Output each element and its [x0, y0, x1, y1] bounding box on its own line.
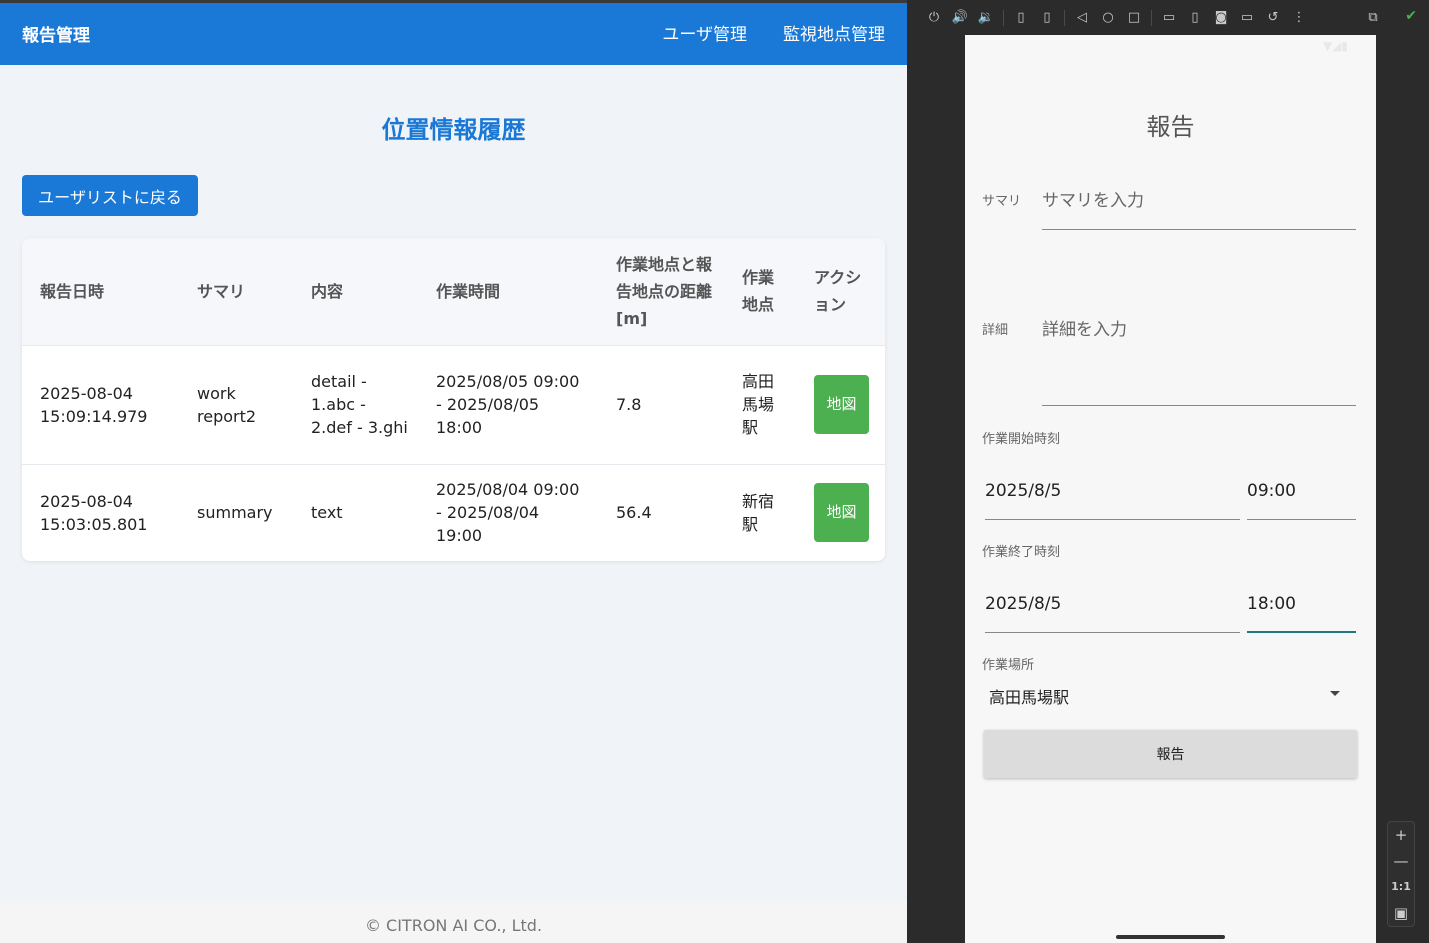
- cell-location: 新宿駅: [724, 463, 796, 561]
- status-bar: ▼◢▮: [965, 35, 1376, 57]
- table-header-row: 報告日時 サマリ 内容 作業時間 作業地点と報告地点の距離[m] 作業地点 アク…: [22, 238, 885, 345]
- history-table: 報告日時 サマリ 内容 作業時間 作業地点と報告地点の距離[m] 作業地点 アク…: [22, 238, 885, 561]
- start-time-label: 作業開始時刻: [982, 432, 1061, 447]
- cell-action: 地図: [796, 463, 885, 561]
- camera-icon[interactable]: ◙: [1208, 10, 1234, 25]
- overview-icon[interactable]: □: [1121, 10, 1147, 25]
- back-icon[interactable]: ◁: [1069, 10, 1095, 25]
- screenrecord-icon[interactable]: ▭: [1234, 10, 1260, 25]
- zoom-controls: + — 1:1 ▣: [1387, 821, 1415, 927]
- end-time-underline-focused: [1247, 631, 1356, 633]
- map-button[interactable]: 地図: [814, 483, 869, 543]
- brand-title[interactable]: 報告管理: [22, 21, 90, 46]
- table-row: 2025-08-04 15:03:05.801 summary text 202…: [22, 463, 885, 561]
- zoom-one-to-one-button[interactable]: 1:1: [1391, 874, 1411, 900]
- start-date-field[interactable]: 2025/8/5: [985, 481, 1061, 501]
- status-icons: ▼◢▮: [1322, 39, 1348, 53]
- column-header-work-time: 作業時間: [436, 281, 501, 301]
- cell-summary: summary: [179, 463, 293, 561]
- start-date-underline: [985, 519, 1240, 520]
- end-time-label: 作業終了時刻: [982, 545, 1061, 560]
- web-app-window: 報告管理 ユーザ管理 監視地点管理 位置情報履歴 ユーザリストに戻る 報告日時 …: [0, 0, 907, 943]
- zoom-out-icon[interactable]: —: [1394, 848, 1409, 874]
- cell-datetime: 2025-08-04 15:03:05.801: [22, 463, 179, 561]
- back-to-user-list-button[interactable]: ユーザリストに戻る: [22, 175, 198, 216]
- column-header-distance: 作業地点と報告地点の距離[m]: [616, 254, 713, 328]
- table-row: 2025-08-04 15:09:14.979 work report2 det…: [22, 344, 885, 464]
- volume-down-icon[interactable]: 🔉: [973, 10, 999, 25]
- column-header-datetime: 報告日時: [40, 281, 105, 301]
- more-icon[interactable]: ⋮: [1286, 10, 1312, 25]
- zoom-in-icon[interactable]: +: [1395, 822, 1408, 848]
- reset-icon[interactable]: ↺: [1260, 10, 1286, 25]
- start-time-field[interactable]: 09:00: [1247, 481, 1296, 501]
- cell-distance: 7.8: [598, 344, 724, 464]
- fit-screen-icon[interactable]: ▣: [1394, 900, 1408, 926]
- cell-action: 地図: [796, 344, 885, 464]
- column-header-content: 内容: [311, 281, 344, 301]
- cell-distance: 56.4: [598, 463, 724, 561]
- detail-input[interactable]: 詳細を入力: [1042, 315, 1127, 340]
- report-submit-button[interactable]: 報告: [984, 730, 1357, 778]
- toolbar-divider: [1151, 9, 1152, 26]
- fold-icon[interactable]: ▭: [1156, 10, 1182, 25]
- volume-up-icon[interactable]: 🔊: [947, 10, 973, 25]
- detail-label: 詳細: [982, 323, 1009, 338]
- start-time-underline: [1247, 519, 1356, 520]
- gesture-home-bar[interactable]: [1116, 935, 1225, 939]
- page-title: 位置情報履歴: [381, 116, 526, 144]
- android-emulator: ⏻ 🔊 🔉 ▯ ▯ ◁ ○ □ ▭ ▯ ◙ ▭ ↺ ⋮ ⧉ ✔ ▼◢▮ 報告 サ…: [907, 0, 1429, 943]
- cell-work-time: 2025/08/05 09:00 - 2025/08/05 18:00: [418, 344, 598, 464]
- column-header-summary: サマリ: [197, 281, 246, 301]
- device-icon[interactable]: ▯: [1182, 10, 1208, 25]
- navbar: 報告管理 ユーザ管理 監視地点管理: [0, 3, 907, 65]
- home-icon[interactable]: ○: [1095, 10, 1121, 25]
- toolbar-divider: [1003, 9, 1004, 26]
- summary-underline: [1042, 229, 1356, 230]
- history-table-card: 報告日時 サマリ 内容 作業時間 作業地点と報告地点の距離[m] 作業地点 アク…: [22, 238, 885, 561]
- summary-label: サマリ: [982, 194, 1022, 209]
- toolbar-divider: [1064, 9, 1065, 26]
- detail-underline: [1042, 405, 1356, 406]
- nav-user-management[interactable]: ユーザ管理: [662, 20, 747, 45]
- dropdown-arrow-icon[interactable]: [1330, 691, 1340, 696]
- checkmark-icon[interactable]: ✔: [1405, 8, 1417, 24]
- end-time-field[interactable]: 18:00: [1247, 594, 1296, 614]
- power-icon[interactable]: ⏻: [921, 10, 947, 25]
- phone-screen: ▼◢▮ 報告 サマリ サマリを入力 詳細 詳細を入力 作業開始時刻 2025/8…: [965, 35, 1376, 943]
- work-place-dropdown[interactable]: 高田馬場駅: [989, 684, 1069, 708]
- work-place-label: 作業場所: [982, 658, 1035, 673]
- report-screen-title: 報告: [1146, 113, 1195, 141]
- cell-work-time: 2025/08/04 09:00 - 2025/08/04 19:00: [418, 463, 598, 561]
- cell-content: detail - 1.abc - 2.def - 3.ghi: [293, 344, 418, 464]
- cell-datetime: 2025-08-04 15:09:14.979: [22, 344, 179, 464]
- layout-inspector-icon[interactable]: ⧉: [1360, 10, 1386, 25]
- nav-links: ユーザ管理 監視地点管理: [662, 20, 885, 45]
- nav-monitoring-points[interactable]: 監視地点管理: [783, 20, 885, 45]
- emulator-toolbar: ⏻ 🔊 🔉 ▯ ▯ ◁ ○ □ ▭ ▯ ◙ ▭ ↺ ⋮ ⧉ ✔: [907, 0, 1429, 35]
- end-date-field[interactable]: 2025/8/5: [985, 594, 1061, 614]
- end-date-underline: [985, 632, 1240, 633]
- cell-summary: work report2: [179, 344, 293, 464]
- column-header-location: 作業地点: [742, 268, 775, 315]
- cell-location: 高田馬場駅: [724, 344, 796, 464]
- rotate-right-icon[interactable]: ▯: [1034, 10, 1060, 25]
- map-button[interactable]: 地図: [814, 375, 869, 434]
- rotate-left-icon[interactable]: ▯: [1008, 10, 1034, 25]
- summary-input[interactable]: サマリを入力: [1042, 186, 1144, 211]
- column-header-action: アクション: [814, 268, 862, 315]
- footer-copyright: © CITRON AI CO., Ltd.: [0, 901, 907, 943]
- cell-content: text: [293, 463, 418, 561]
